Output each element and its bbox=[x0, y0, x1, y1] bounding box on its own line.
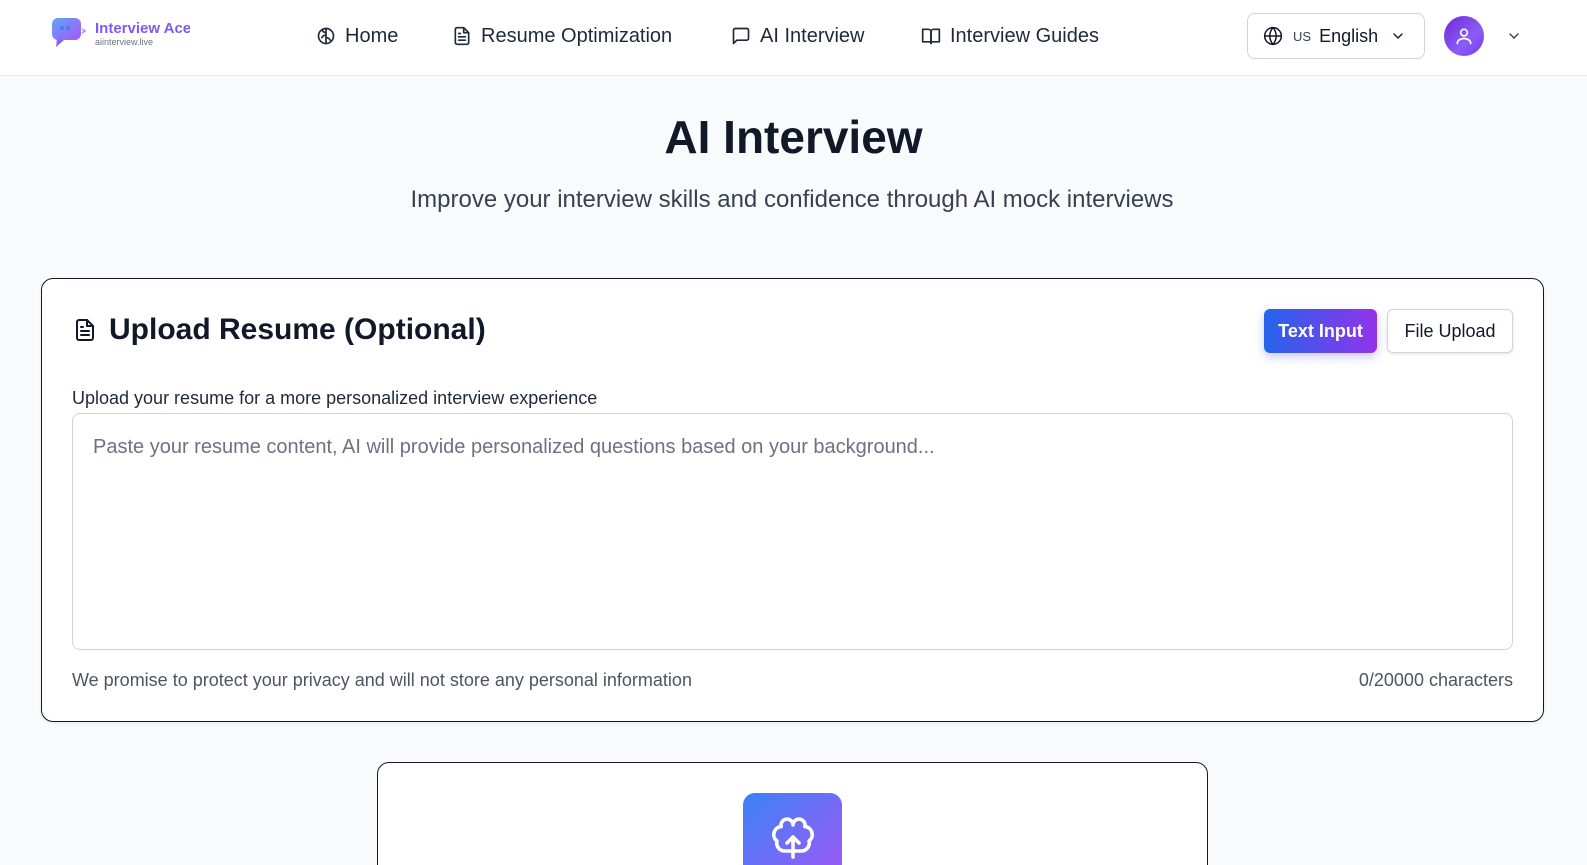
book-icon bbox=[921, 28, 941, 45]
file-upload-tab[interactable]: File Upload bbox=[1387, 309, 1513, 353]
nav-ai-interview-label: AI Interview bbox=[760, 24, 865, 47]
nav-resume-optimization[interactable]: Resume Optimization bbox=[452, 22, 672, 50]
nav-home-label: Home bbox=[345, 24, 399, 47]
top-nav-bar: Interview Ace aiinterview.live Home Resu… bbox=[0, 0, 1587, 76]
brain-tile bbox=[743, 793, 842, 865]
user-avatar[interactable] bbox=[1444, 16, 1484, 56]
resume-textarea[interactable] bbox=[72, 413, 1513, 650]
logo-chat-icon bbox=[51, 17, 87, 47]
text-input-tab[interactable]: Text Input bbox=[1264, 309, 1377, 353]
chevron-down-icon bbox=[1393, 33, 1403, 39]
logo[interactable]: Interview Ace aiinterview.live bbox=[51, 17, 190, 47]
page-subtitle: Improve your interview skills and confid… bbox=[410, 186, 1174, 213]
upload-resume-heading: Upload Resume (Optional) bbox=[73, 313, 486, 347]
logo-url: aiinterview.live bbox=[95, 37, 154, 47]
nav-ai-interview[interactable]: AI Interview bbox=[731, 22, 864, 50]
document-icon bbox=[454, 26, 470, 46]
logo-name: Interview Ace bbox=[95, 20, 190, 37]
document-icon bbox=[76, 319, 94, 341]
character-counter: 0/20000 characters bbox=[1358, 670, 1513, 690]
start-interview-card bbox=[377, 762, 1208, 865]
nav-guides-label: Interview Guides bbox=[950, 24, 1099, 47]
language-selector[interactable]: US English bbox=[1247, 13, 1425, 59]
brain-upload-icon bbox=[771, 817, 814, 859]
user-icon bbox=[1456, 28, 1472, 45]
language-label: English bbox=[1319, 25, 1379, 46]
language-flag: US bbox=[1293, 28, 1312, 44]
brain-icon bbox=[317, 27, 335, 45]
nav-home[interactable]: Home bbox=[316, 22, 398, 50]
upload-resume-card: Upload Resume (Optional) Text Input File… bbox=[41, 278, 1544, 722]
nav-interview-guides[interactable]: Interview Guides bbox=[921, 22, 1099, 50]
page-title: AI Interview bbox=[664, 111, 923, 163]
nav-resume-label: Resume Optimization bbox=[481, 24, 673, 47]
resume-field-label: Upload your resume for a more personaliz… bbox=[72, 388, 598, 408]
chat-bubble-icon bbox=[732, 27, 750, 45]
globe-icon bbox=[1263, 26, 1283, 46]
upload-resume-title: Upload Resume (Optional) bbox=[109, 313, 486, 346]
user-menu-chevron-icon[interactable] bbox=[1506, 28, 1522, 44]
privacy-note: We promise to protect your privacy and w… bbox=[72, 670, 692, 690]
